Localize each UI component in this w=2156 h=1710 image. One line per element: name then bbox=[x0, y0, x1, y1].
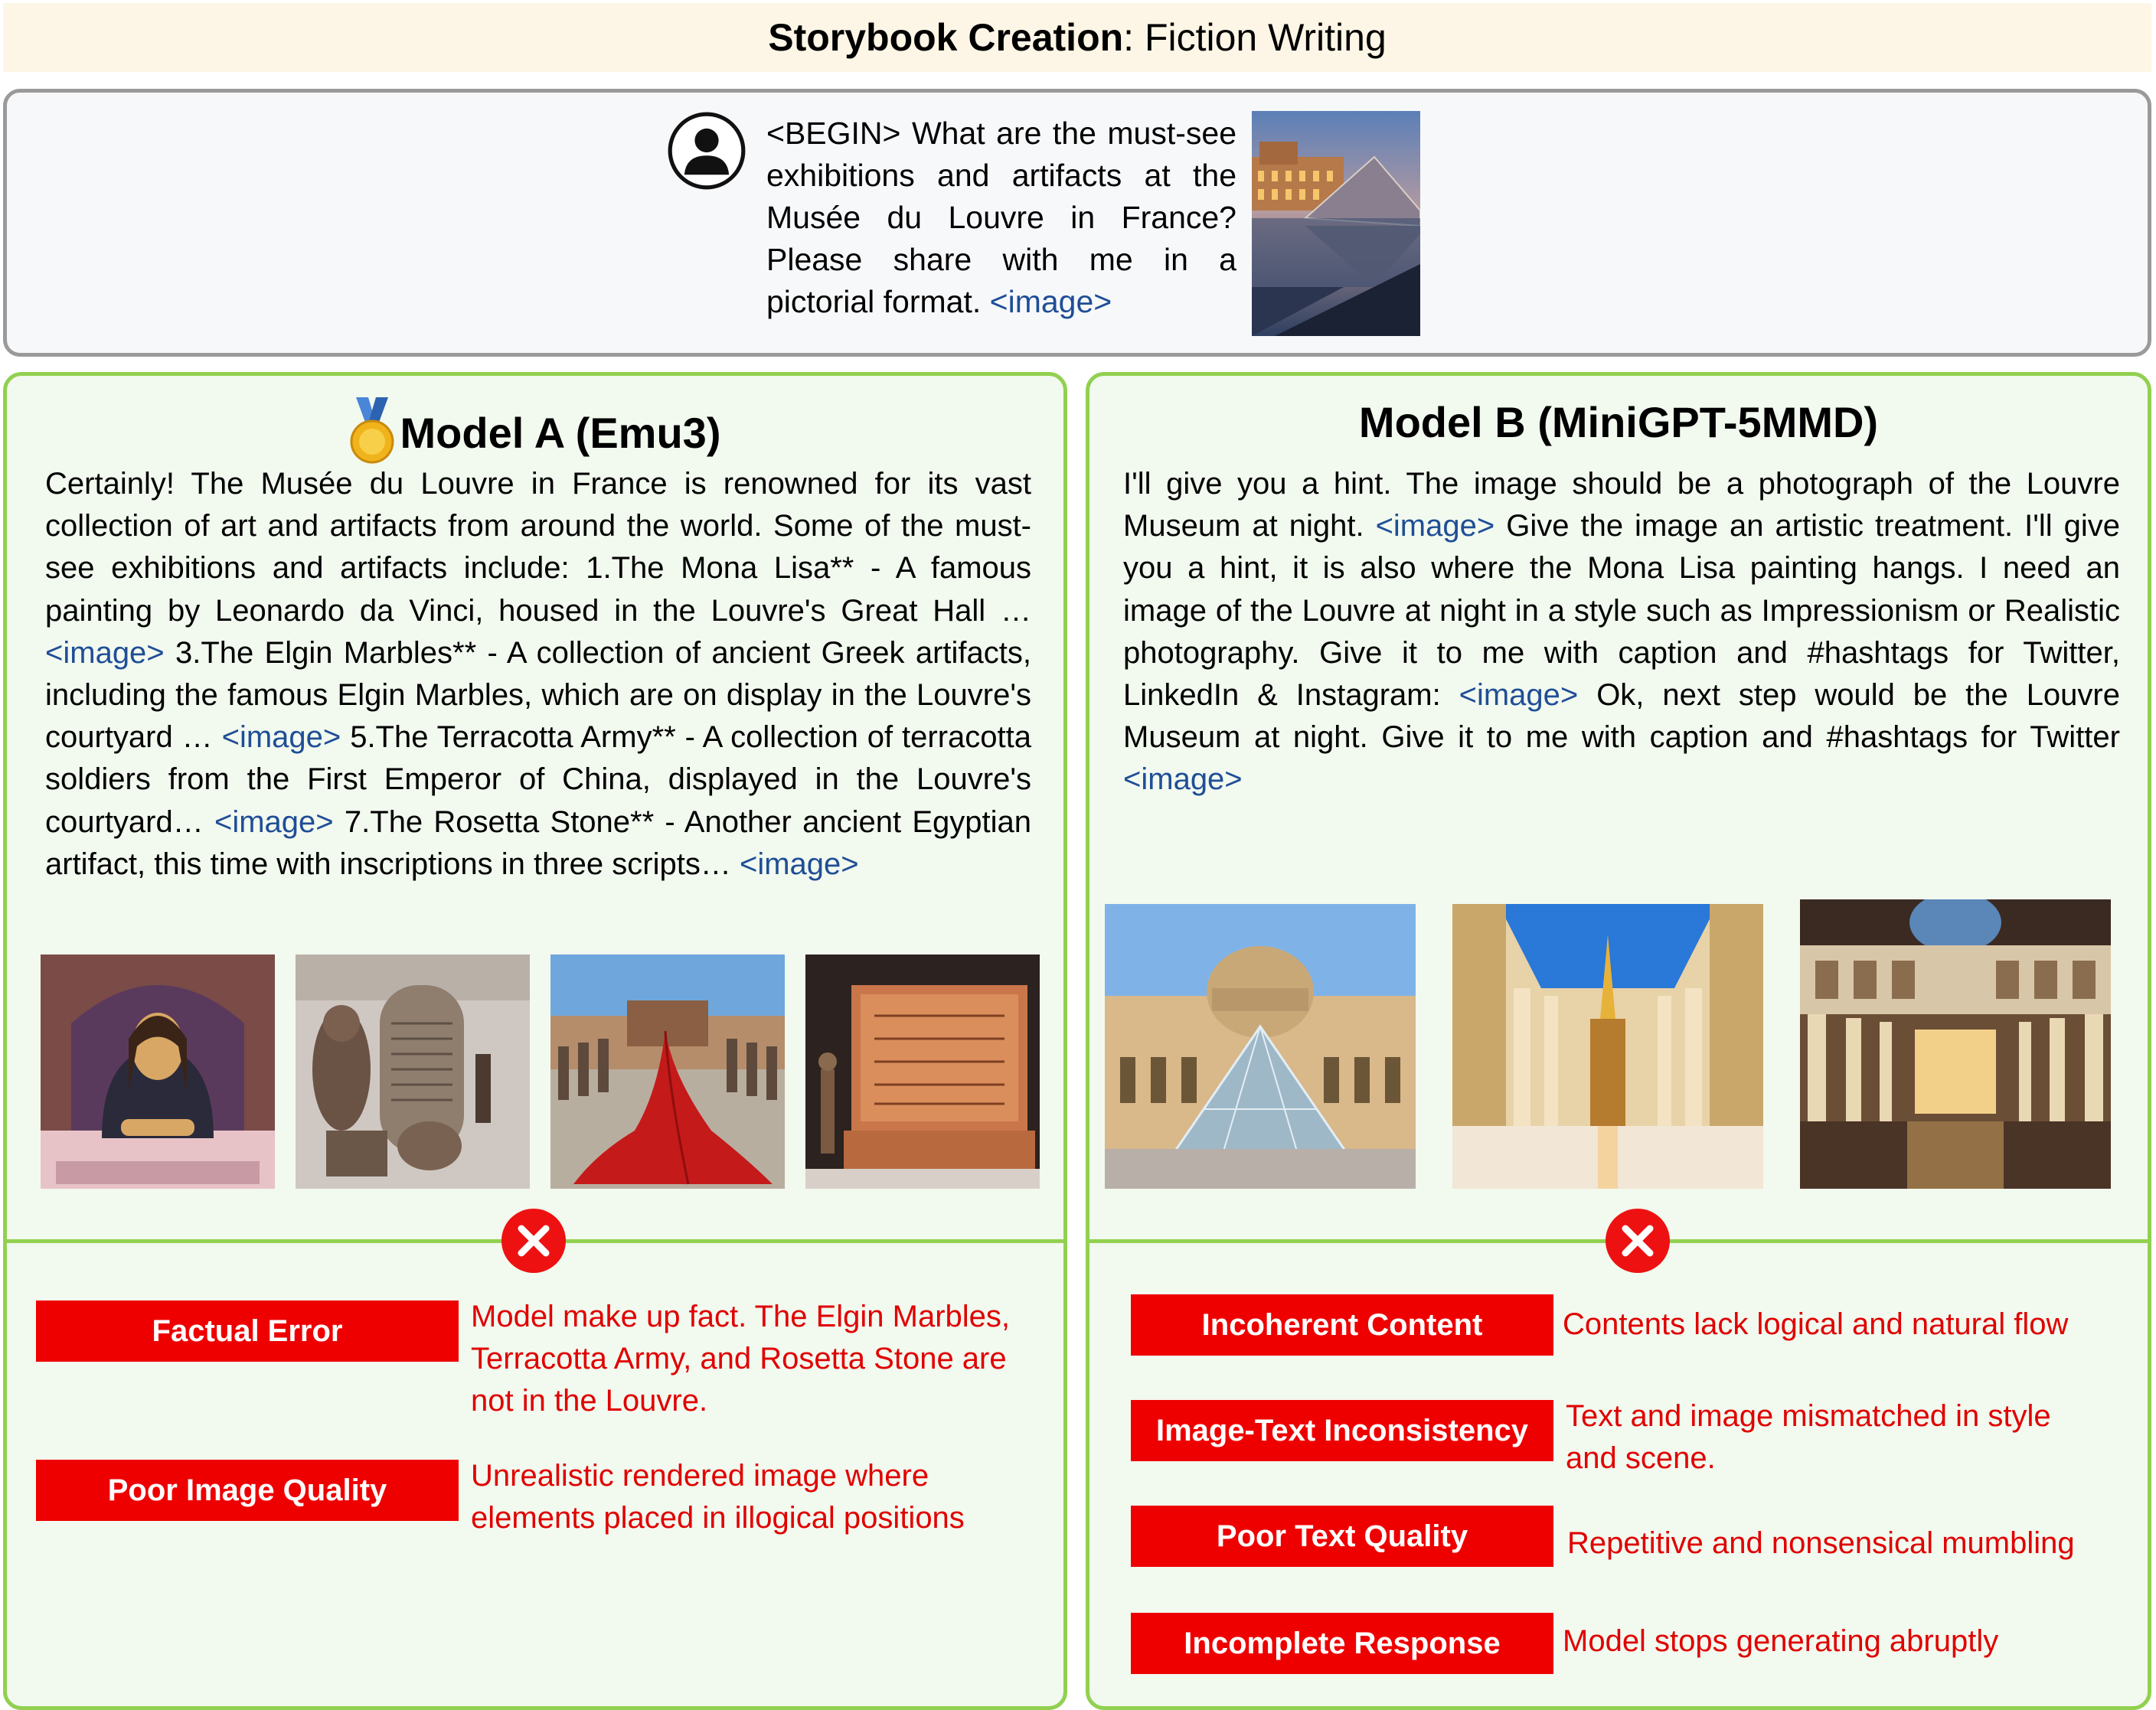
arcaded-hall-image bbox=[1800, 899, 2111, 1189]
issue-description: Model stops generating abruptly bbox=[1563, 1624, 1999, 1658]
image-tag: <image> bbox=[989, 284, 1112, 319]
image-tag: <image> bbox=[1459, 678, 1579, 713]
model-b-response: I'll give you a hint. The image should b… bbox=[1123, 463, 2120, 801]
prompt-text: <BEGIN> What are the must-see exhibition… bbox=[766, 113, 1236, 323]
title-bold: Storybook Creation bbox=[768, 16, 1124, 59]
louvre-facade-image bbox=[1105, 904, 1416, 1189]
model-a-response: Certainly! The Musée du Louvre in France… bbox=[45, 463, 1031, 886]
figure-title: Storybook Creation: Fiction Writing bbox=[3, 3, 2151, 72]
error-x-icon bbox=[501, 1209, 566, 1273]
louvre-pyramid-photo bbox=[1252, 111, 1420, 336]
response-text: Certainly! The Musée du Louvre in France… bbox=[45, 467, 1031, 628]
issue-label-image-text-inconsistency: Image-Text Inconsistency bbox=[1131, 1400, 1553, 1461]
blue-ceiling-gallery-image bbox=[1452, 904, 1763, 1189]
error-x-icon bbox=[1606, 1209, 1670, 1273]
stone-relief-image bbox=[805, 955, 1040, 1189]
mona-lisa-image bbox=[41, 955, 275, 1189]
image-tag: <image> bbox=[1375, 509, 1495, 543]
issue-description: Model make up fact. The Elgin Marbles, T… bbox=[471, 1300, 1011, 1418]
model-a-panel: Model A (Emu3) Certainly! The Musée du L… bbox=[3, 372, 1067, 1710]
image-tag: <image> bbox=[1123, 762, 1243, 797]
issue-label-poor-text-quality: Poor Text Quality bbox=[1131, 1506, 1553, 1567]
stone-tablet-image bbox=[296, 955, 530, 1189]
issue-description: Text and image mismatched in style and s… bbox=[1566, 1399, 2051, 1475]
model-a-title: Model A (Emu3) bbox=[7, 397, 1063, 465]
title-rest: : Fiction Writing bbox=[1123, 16, 1387, 59]
image-tag: <image> bbox=[221, 720, 341, 755]
issue-label-factual-error: Factual Error bbox=[36, 1300, 459, 1362]
image-tag: <image> bbox=[214, 804, 334, 839]
gold-medal-icon bbox=[350, 397, 394, 464]
model-a-title-text: Model A (Emu3) bbox=[400, 409, 721, 457]
issue-description: Contents lack logical and natural flow bbox=[1563, 1307, 2069, 1341]
terracotta-hall-image bbox=[550, 955, 785, 1189]
image-tag: <image> bbox=[45, 635, 165, 670]
user-avatar-icon bbox=[668, 112, 746, 190]
issue-label-incoherent-content: Incoherent Content bbox=[1131, 1294, 1553, 1356]
issue-description: Repetitive and nonsensical mumbling bbox=[1567, 1526, 2075, 1560]
issue-description: Unrealistic rendered image where element… bbox=[471, 1459, 965, 1535]
model-b-panel: Model B (MiniGPT-5MMD) I'll give you a h… bbox=[1086, 372, 2151, 1710]
issue-label-poor-image-quality: Poor Image Quality bbox=[36, 1460, 459, 1521]
model-b-title: Model B (MiniGPT-5MMD) bbox=[1358, 398, 1879, 446]
image-tag: <image> bbox=[739, 847, 859, 881]
user-prompt-box: <BEGIN> What are the must-see exhibition… bbox=[3, 89, 2151, 357]
issue-label-incomplete-response: Incomplete Response bbox=[1131, 1613, 1553, 1674]
